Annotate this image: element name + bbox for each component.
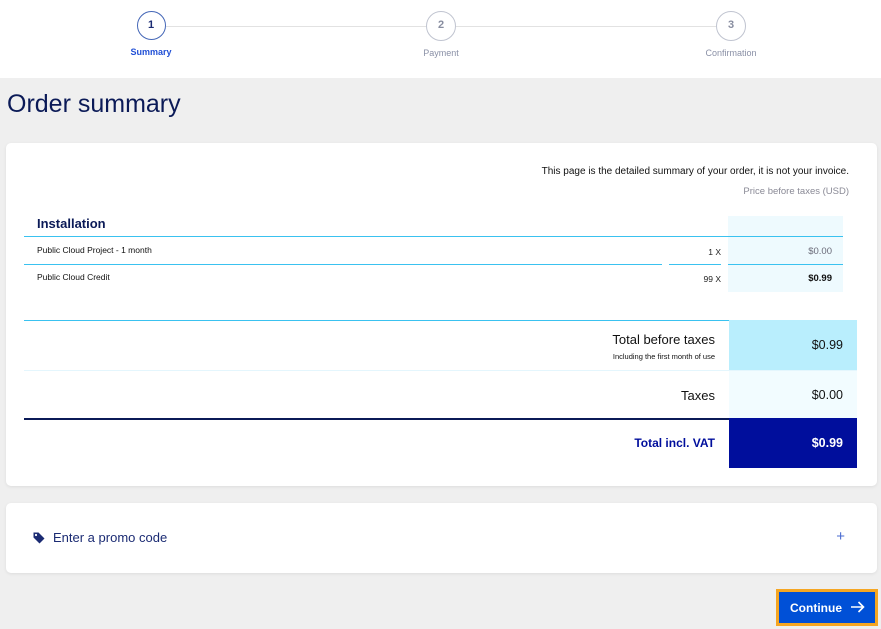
item-quantity: 1 X xyxy=(708,247,721,257)
total-before-taxes-value: $0.99 xyxy=(729,320,857,370)
item-label: Public Cloud Project - 1 month xyxy=(37,245,152,255)
step-number: 1 xyxy=(136,11,166,40)
invoice-disclaimer: This page is the detailed summary of you… xyxy=(541,166,849,177)
total-incl-vat-row: Total incl. VAT $0.99 xyxy=(24,418,857,468)
step-confirmation[interactable]: 3 Confirmation xyxy=(681,11,781,58)
continue-button[interactable]: Continue xyxy=(776,589,878,626)
checkout-stepper: 1 Summary 2 Payment 3 Confirmation xyxy=(0,0,881,78)
taxes-value: $0.00 xyxy=(729,371,857,420)
page-title: Order summary xyxy=(7,90,181,118)
step-number: 2 xyxy=(426,11,456,41)
stepper-connector xyxy=(166,26,426,27)
section-title: Installation xyxy=(37,216,106,231)
total-before-taxes-sublabel: Including the first month of use xyxy=(612,352,715,361)
step-payment[interactable]: 2 Payment xyxy=(391,11,491,58)
total-incl-vat-value: $0.99 xyxy=(729,418,857,468)
item-quantity: 99 X xyxy=(703,274,722,284)
item-label: Public Cloud Credit xyxy=(37,272,110,282)
continue-label: Continue xyxy=(790,601,842,615)
step-label: Payment xyxy=(423,48,459,58)
plus-icon[interactable]: + xyxy=(836,528,845,545)
step-number: 3 xyxy=(716,11,746,41)
taxes-label: Taxes xyxy=(681,388,715,403)
stepper-connector xyxy=(456,26,716,27)
price-currency-note: Price before taxes (USD) xyxy=(743,186,849,197)
item-price: $0.00 xyxy=(808,246,832,257)
section-divider xyxy=(24,236,843,237)
total-before-taxes-row: Total before taxes Including the first m… xyxy=(24,320,857,370)
total-incl-vat-label: Total incl. VAT xyxy=(634,436,715,450)
row-divider xyxy=(728,264,843,265)
promo-code-toggle[interactable]: Enter a promo code + xyxy=(6,503,877,573)
total-before-taxes-label: Total before taxes xyxy=(612,332,715,347)
order-summary-card: This page is the detailed summary of you… xyxy=(6,143,877,486)
row-divider xyxy=(24,264,662,265)
taxes-row: Taxes $0.00 xyxy=(24,370,857,420)
step-label: Confirmation xyxy=(705,48,757,58)
step-summary[interactable]: 1 Summary xyxy=(101,11,201,57)
step-label: Summary xyxy=(130,47,172,57)
promo-code-label: Enter a promo code xyxy=(53,530,168,545)
row-divider xyxy=(669,264,721,265)
arrow-right-icon xyxy=(851,601,865,613)
item-price: $0.99 xyxy=(808,273,832,284)
tag-icon xyxy=(33,532,45,544)
